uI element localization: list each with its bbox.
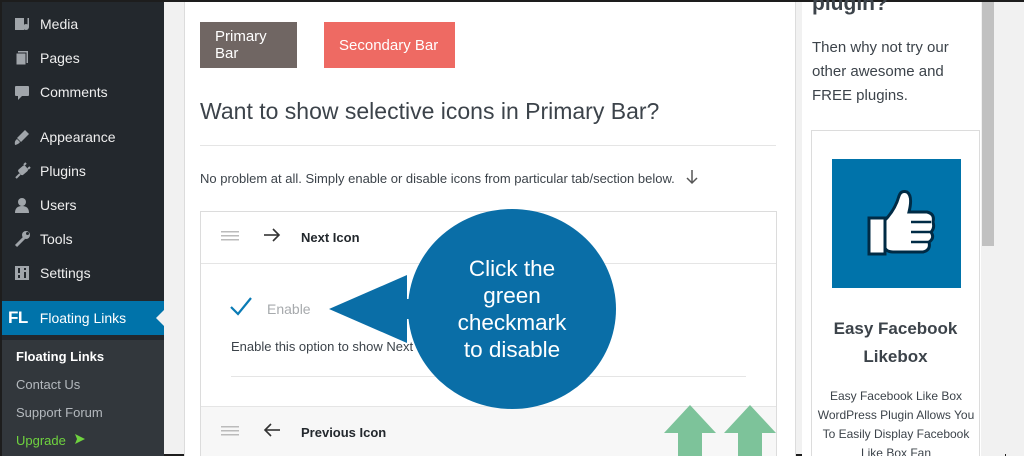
tools-icon bbox=[12, 229, 32, 249]
menu-item-settings[interactable]: Settings bbox=[2, 258, 164, 288]
menu-item-appearance[interactable]: Appearance bbox=[2, 122, 164, 152]
secondary-bar-button[interactable]: Secondary Bar bbox=[324, 22, 455, 68]
media-icon bbox=[12, 14, 32, 34]
sidebar-title: plugin? bbox=[812, 0, 888, 15]
menu-item-floating-links[interactable]: FL Floating Links bbox=[2, 301, 164, 335]
play-arrow-icon bbox=[74, 433, 86, 448]
menu-item-plugins[interactable]: Plugins bbox=[2, 156, 164, 186]
menu-label: Pages bbox=[40, 50, 80, 66]
scrollbar-thumb[interactable] bbox=[982, 2, 994, 246]
card-title[interactable]: Easy Facebook Likebox bbox=[812, 315, 979, 371]
thumbs-up-icon[interactable] bbox=[832, 159, 961, 288]
plugins-icon bbox=[12, 161, 32, 181]
menu-label: Settings bbox=[40, 265, 91, 281]
floating-links-logo: FL bbox=[8, 308, 28, 327]
checkmark-icon[interactable] bbox=[229, 296, 253, 321]
menu-label: Comments bbox=[40, 84, 108, 100]
previous-icon-title: Previous Icon bbox=[301, 425, 387, 440]
up-arrow-icon bbox=[724, 405, 776, 456]
card-description: Easy Facebook Like Box WordPress Plugin … bbox=[817, 389, 975, 456]
menu-label: Media bbox=[40, 16, 79, 32]
menu-item-users[interactable]: Users bbox=[2, 190, 164, 220]
menu-label: Plugins bbox=[40, 163, 86, 179]
arrow-left-icon bbox=[263, 423, 281, 442]
primary-bar-button[interactable]: Primary Bar bbox=[200, 22, 297, 68]
section-heading: Want to show selective icons in Primary … bbox=[200, 98, 660, 124]
plugin-card[interactable]: Easy Facebook Likebox Easy Facebook Like… bbox=[811, 130, 980, 456]
floating-links-submenu: Floating Links Contact Us Support Forum … bbox=[2, 340, 164, 456]
next-icon-title: Next Icon bbox=[301, 230, 360, 245]
enable-toggle[interactable]: Enable bbox=[229, 296, 311, 321]
pages-icon bbox=[12, 48, 32, 68]
enable-label: Enable bbox=[267, 300, 311, 317]
arrow-right-icon bbox=[263, 228, 281, 247]
callout-bubble: Click the green checkmark to disable bbox=[408, 209, 616, 409]
section-description: No problem at all. Simply enable or disa… bbox=[200, 169, 699, 188]
divider bbox=[200, 145, 776, 146]
drag-handle-icon[interactable] bbox=[221, 424, 239, 442]
menu-item-media[interactable]: Media bbox=[2, 9, 164, 39]
plugins-sidebar: plugin? Then why not try our other aweso… bbox=[802, 0, 981, 456]
promo-text: Then why not try our other awesome and F… bbox=[812, 39, 949, 104]
settings-icon bbox=[12, 263, 32, 283]
submenu-support-forum[interactable]: Support Forum bbox=[16, 405, 103, 420]
appearance-icon bbox=[12, 127, 32, 147]
users-icon bbox=[12, 195, 32, 215]
admin-sidebar: Media Pages Comments Appearance Plugins … bbox=[2, 2, 164, 456]
upgrade-label: Upgrade bbox=[16, 433, 66, 448]
menu-item-comments[interactable]: Comments bbox=[2, 77, 164, 107]
page-edge bbox=[1006, 2, 1024, 456]
callout-text: Click the green checkmark to disable bbox=[457, 256, 567, 362]
green-up-arrows bbox=[662, 405, 782, 456]
menu-label: Users bbox=[40, 197, 77, 213]
menu-item-tools[interactable]: Tools bbox=[2, 224, 164, 254]
submenu-floating-links[interactable]: Floating Links bbox=[16, 349, 104, 364]
menu-label: Appearance bbox=[40, 129, 116, 145]
comments-icon bbox=[12, 82, 32, 102]
menu-item-pages[interactable]: Pages bbox=[2, 43, 164, 73]
up-arrow-icon bbox=[664, 405, 716, 456]
menu-label: Tools bbox=[40, 231, 73, 247]
submenu-upgrade[interactable]: Upgrade bbox=[16, 433, 86, 448]
menu-label: Floating Links bbox=[39, 310, 127, 326]
submenu-contact-us[interactable]: Contact Us bbox=[16, 377, 80, 392]
arrow-down-icon bbox=[685, 169, 699, 188]
drag-handle-icon[interactable] bbox=[221, 229, 239, 247]
description-text: No problem at all. Simply enable or disa… bbox=[200, 171, 675, 186]
